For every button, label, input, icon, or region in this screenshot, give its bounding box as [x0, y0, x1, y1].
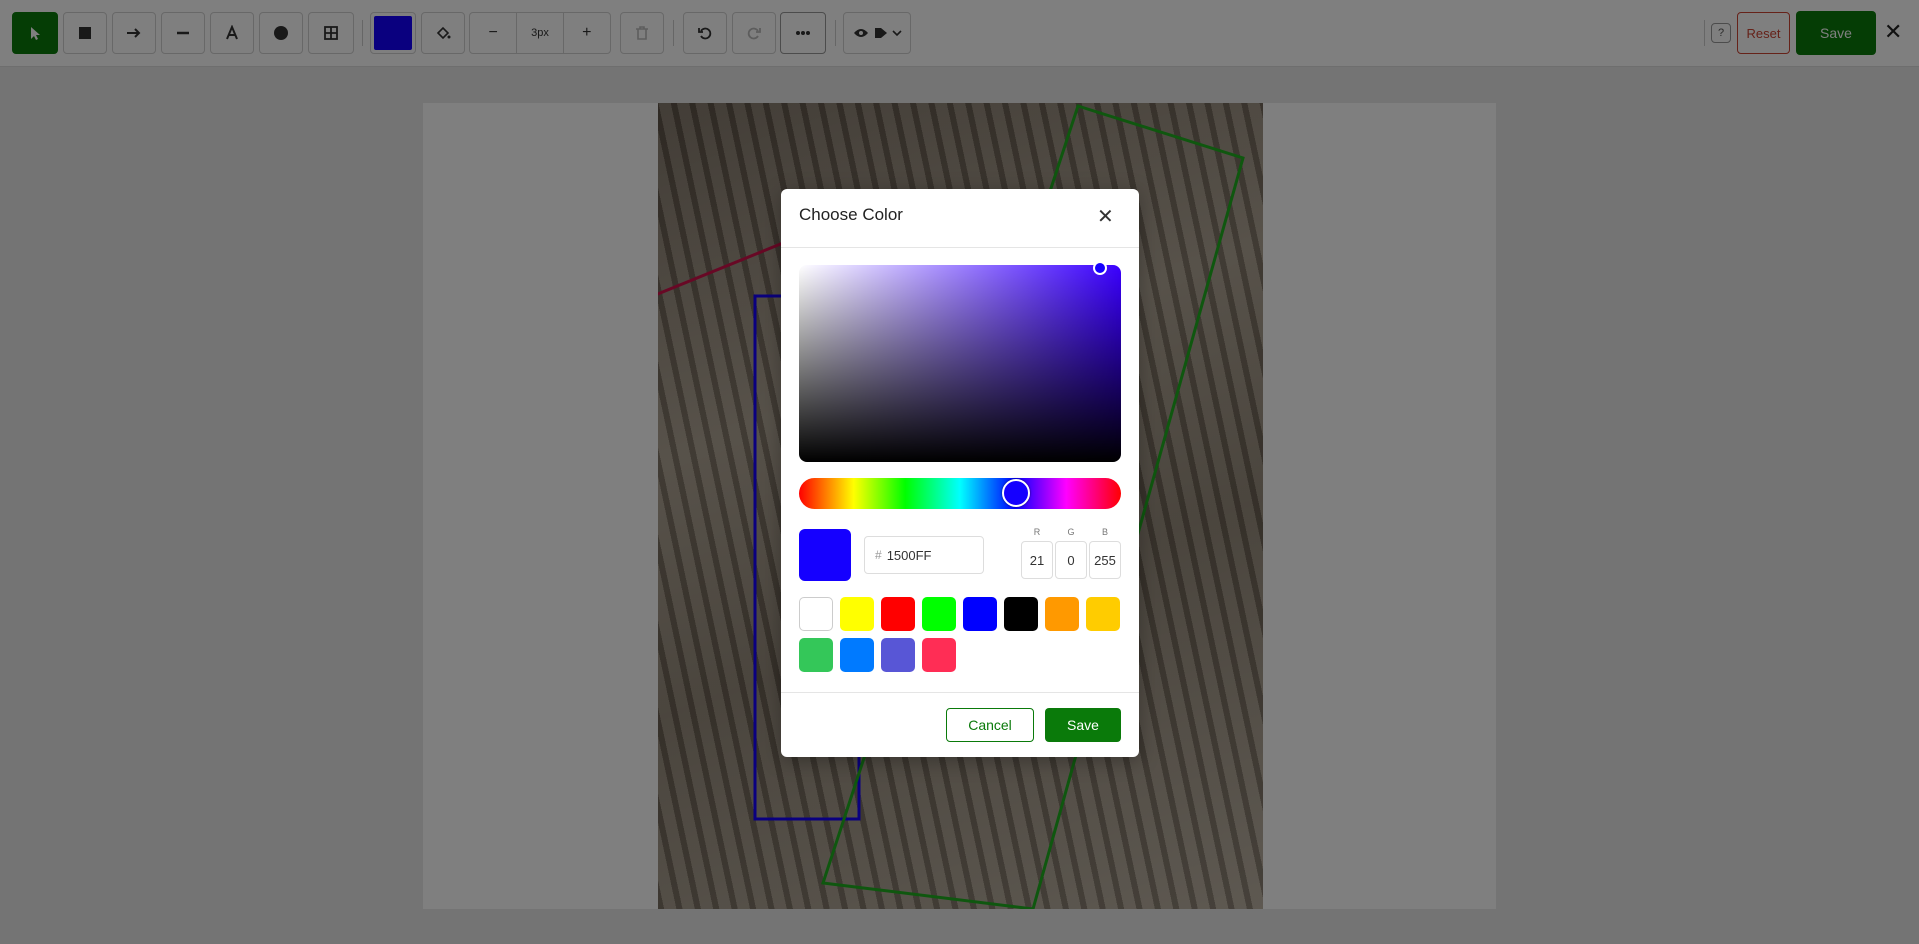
color-swatch[interactable] — [1045, 597, 1079, 631]
red-channel: R 21 — [1021, 527, 1053, 579]
color-swatch[interactable] — [840, 638, 874, 672]
color-swatch[interactable] — [840, 597, 874, 631]
color-swatch[interactable] — [881, 597, 915, 631]
modal-title: Choose Color — [799, 205, 903, 224]
color-preview — [799, 529, 851, 581]
hex-prefix: # — [875, 548, 882, 562]
modal-footer-divider — [781, 692, 1139, 693]
hue-slider[interactable] — [799, 478, 1121, 509]
color-picker-modal: Choose Color ✕ # 1500FF R 21 G 0 B 255 C… — [781, 189, 1139, 757]
color-swatch[interactable] — [922, 638, 956, 672]
green-channel: G 0 — [1055, 527, 1087, 579]
color-swatch[interactable] — [1086, 597, 1120, 631]
saturation-value-handle[interactable] — [1093, 261, 1107, 275]
color-swatch[interactable] — [922, 597, 956, 631]
save-color-button[interactable]: Save — [1045, 708, 1121, 742]
green-label: G — [1067, 527, 1075, 537]
hex-input[interactable]: # 1500FF — [864, 536, 984, 574]
color-swatch[interactable] — [799, 638, 833, 672]
hue-slider-handle[interactable] — [1002, 479, 1030, 507]
green-input[interactable]: 0 — [1055, 541, 1087, 579]
red-input[interactable]: 21 — [1021, 541, 1053, 579]
saturation-value-area[interactable] — [799, 265, 1121, 462]
color-swatch[interactable] — [963, 597, 997, 631]
blue-channel: B 255 — [1089, 527, 1121, 579]
color-swatch[interactable] — [799, 597, 833, 631]
red-label: R — [1033, 527, 1041, 537]
blue-label: B — [1101, 527, 1108, 537]
hex-value: 1500FF — [886, 547, 932, 563]
blue-input[interactable]: 255 — [1089, 541, 1121, 579]
color-swatch[interactable] — [881, 638, 915, 672]
modal-header: Choose Color ✕ — [781, 189, 1139, 248]
color-swatch[interactable] — [1004, 597, 1038, 631]
cancel-button[interactable]: Cancel — [946, 708, 1034, 742]
modal-close-button[interactable]: ✕ — [1097, 205, 1114, 229]
